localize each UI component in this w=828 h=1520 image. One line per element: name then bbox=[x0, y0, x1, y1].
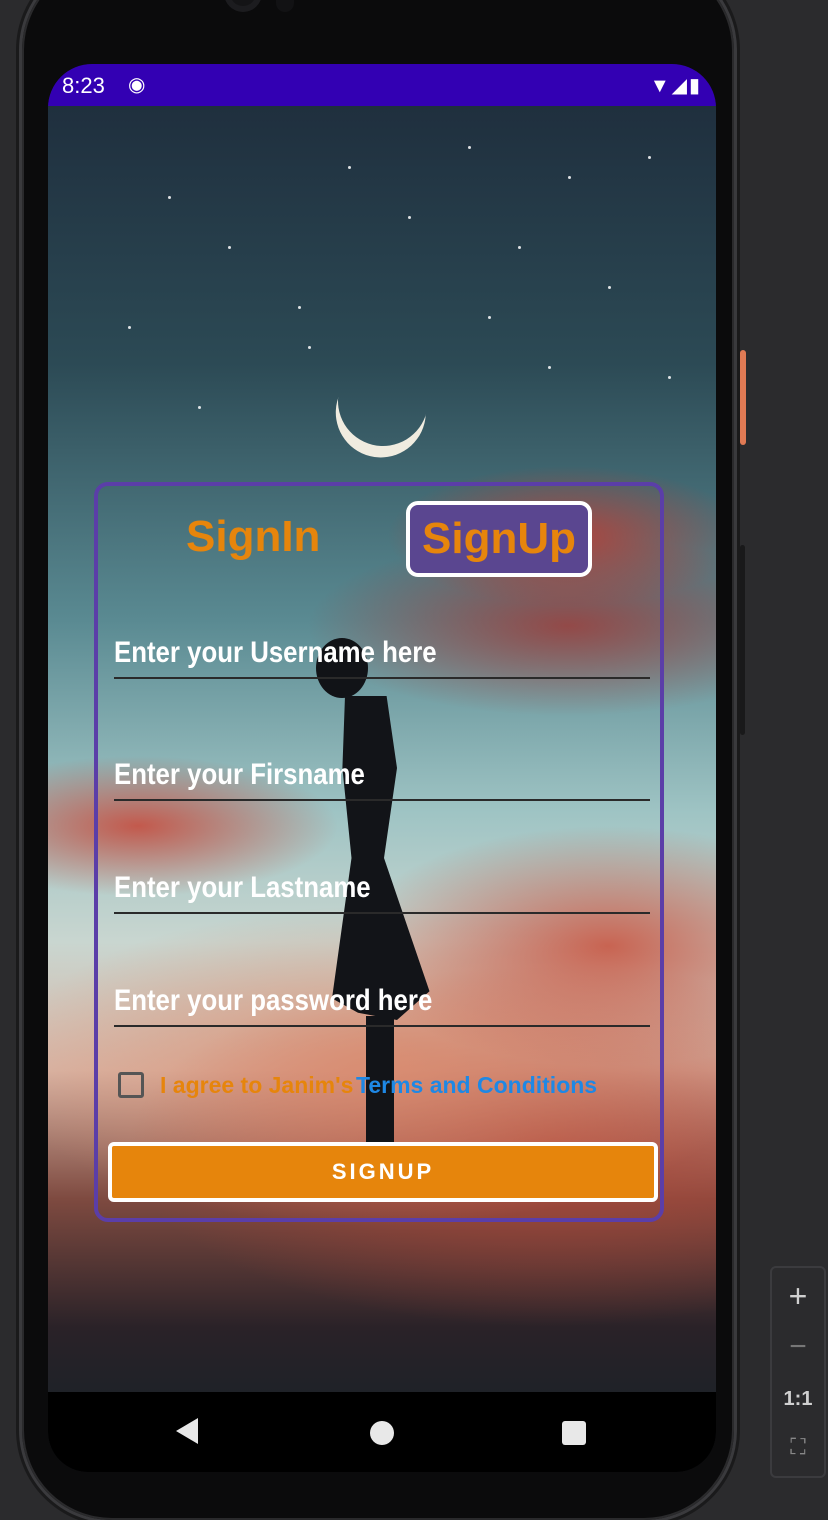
moon bbox=[325, 343, 440, 458]
password-input[interactable] bbox=[114, 977, 575, 1025]
navigation-bar bbox=[48, 1392, 716, 1472]
status-time: 8:23 bbox=[62, 73, 105, 98]
back-icon[interactable] bbox=[176, 1418, 198, 1444]
power-button[interactable] bbox=[740, 350, 746, 445]
zoom-out-button[interactable]: − bbox=[772, 1330, 824, 1364]
terms-checkbox[interactable] bbox=[118, 1072, 144, 1098]
username-input[interactable] bbox=[114, 629, 575, 677]
front-camera bbox=[224, 0, 262, 12]
signup-form-card bbox=[94, 482, 664, 1222]
sensor bbox=[276, 0, 294, 12]
terms-link[interactable]: Terms and Conditions bbox=[356, 1072, 597, 1099]
terms-row: I agree to Janim's Terms and Conditions bbox=[118, 1070, 638, 1102]
firstname-input[interactable] bbox=[114, 751, 575, 799]
recents-icon[interactable] bbox=[562, 1421, 586, 1445]
zoom-actual-size-button[interactable]: 1:1 bbox=[772, 1388, 824, 1411]
tab-signin[interactable]: SignIn bbox=[186, 512, 320, 562]
signup-button[interactable]: SIGNUP bbox=[108, 1142, 658, 1202]
home-icon[interactable] bbox=[370, 1421, 394, 1445]
password-field bbox=[114, 977, 650, 1027]
zoom-in-button[interactable]: + bbox=[772, 1278, 824, 1315]
agree-label: I agree to Janim's bbox=[160, 1072, 354, 1098]
phone-screen: 8:23 ◉ ▼◢▮ SignIn SignUp Enter your User… bbox=[48, 64, 716, 1472]
volume-button[interactable] bbox=[740, 545, 745, 735]
zoom-fit-icon[interactable]: ⛶ bbox=[772, 1434, 824, 1460]
username-field bbox=[114, 629, 650, 679]
status-bar: 8:23 ◉ ▼◢▮ bbox=[48, 64, 716, 106]
lastname-field bbox=[114, 864, 650, 914]
firstname-field bbox=[114, 751, 650, 801]
lastname-input[interactable] bbox=[114, 864, 575, 912]
zoom-controls: + − 1:1 ⛶ bbox=[770, 1266, 826, 1478]
sync-icon: ◉ bbox=[128, 74, 146, 96]
tab-signup[interactable]: SignUp bbox=[406, 501, 592, 577]
phone-side-button bbox=[17, 260, 21, 410]
signal-battery-icons: ▼◢▮ bbox=[649, 75, 702, 97]
